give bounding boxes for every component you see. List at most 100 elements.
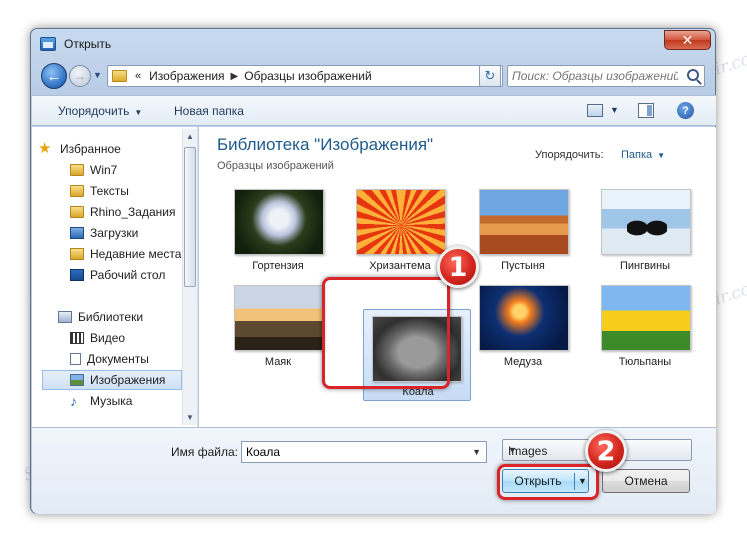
folder-icon bbox=[112, 70, 127, 82]
image-thumbnail bbox=[601, 189, 691, 255]
file-tile-tulips[interactable]: Тюльпаны bbox=[589, 285, 701, 369]
split-divider bbox=[574, 473, 575, 490]
libraries-icon bbox=[58, 311, 72, 323]
pictures-icon bbox=[70, 374, 84, 386]
change-view-icon[interactable] bbox=[587, 104, 603, 117]
file-name-label: Имя файла: bbox=[171, 445, 238, 459]
dialog-title: Открыть bbox=[64, 37, 112, 51]
breadcrumb-item-images[interactable]: Изображения bbox=[149, 69, 224, 83]
sidebar-item-label: Музыка bbox=[90, 394, 133, 408]
file-name: Коала bbox=[402, 386, 434, 398]
image-thumbnail bbox=[234, 189, 324, 255]
view-dropdown-icon[interactable]: ▼ bbox=[610, 105, 619, 115]
search-box[interactable] bbox=[507, 65, 705, 87]
image-thumbnail bbox=[234, 285, 324, 351]
forward-button[interactable]: → bbox=[69, 65, 91, 87]
file-tile-desert[interactable]: Пустыня bbox=[467, 189, 579, 273]
file-name-input[interactable] bbox=[242, 442, 462, 462]
image-thumbnail bbox=[372, 316, 462, 382]
step-2-badge: 2 bbox=[585, 430, 627, 472]
sidebar-item-label: Рабочий стол bbox=[90, 268, 166, 282]
file-name-combobox[interactable]: ▼ bbox=[241, 441, 487, 463]
file-name-dropdown-icon[interactable]: ▼ bbox=[472, 447, 481, 457]
image-thumbnail bbox=[479, 285, 569, 351]
command-bar: Упорядочить ▼ Новая папка ▼ ? bbox=[32, 95, 716, 126]
help-icon[interactable]: ? bbox=[677, 102, 694, 119]
search-icon[interactable] bbox=[687, 69, 699, 81]
sidebar-item-label: Win7 bbox=[90, 163, 118, 177]
file-name: Пустыня bbox=[501, 260, 545, 272]
file-name: Пингвины bbox=[619, 260, 671, 272]
image-thumbnail bbox=[479, 189, 569, 255]
document-icon bbox=[70, 353, 81, 365]
library-subtitle: Образцы изображений bbox=[217, 160, 334, 172]
recent-places-icon bbox=[70, 248, 84, 260]
sidebar-item-images[interactable]: Изображения bbox=[42, 370, 182, 390]
arrow-left-icon: ← bbox=[46, 67, 62, 85]
sidebar-item-label: Видео bbox=[90, 331, 126, 345]
downloads-icon bbox=[70, 227, 84, 239]
breadcrumb-item-samples[interactable]: Образцы изображений bbox=[244, 69, 371, 83]
address-row: ← → ▼ « Изображения ▶ Образцы изображени… bbox=[31, 61, 715, 91]
preview-pane-icon[interactable] bbox=[638, 103, 654, 118]
organize-button[interactable]: Упорядочить ▼ bbox=[58, 104, 142, 118]
sidebar-item-label: Изображения bbox=[90, 373, 166, 387]
new-folder-button[interactable]: Новая папка bbox=[174, 104, 244, 118]
scroll-up-icon[interactable]: ▲ bbox=[186, 132, 194, 141]
arrange-by-value: Папка bbox=[621, 149, 653, 161]
library-title: Библиотека "Изображения" bbox=[217, 135, 434, 154]
sidebar-item-label: Недавние места bbox=[90, 247, 182, 261]
arrange-by-dropdown[interactable]: Папка ▼ bbox=[621, 149, 665, 161]
sidebar-item-label: Загрузки bbox=[90, 226, 139, 240]
sidebar-item-label: Избранное bbox=[60, 142, 121, 156]
file-tile-hortensia[interactable]: Гортензия bbox=[222, 189, 334, 273]
sidebar-item-label: Тексты bbox=[90, 184, 129, 198]
navigation-scrollbar[interactable]: ▲ ▼ bbox=[182, 129, 197, 425]
chevron-down-icon: ▼ bbox=[657, 151, 666, 160]
scrollbar-thumb[interactable] bbox=[184, 147, 196, 287]
open-button[interactable]: Открыть ▼ bbox=[502, 469, 589, 493]
close-button[interactable]: ✕ bbox=[664, 30, 711, 50]
arrange-by-label: Упорядочить: bbox=[535, 149, 604, 161]
file-tile-jellyfish[interactable]: Медуза bbox=[467, 285, 579, 369]
file-tile-lighthouse[interactable]: Маяк bbox=[222, 285, 334, 369]
file-name: Тюльпаны bbox=[618, 356, 672, 368]
sidebar-item-label: Rhino_Задания bbox=[90, 205, 176, 219]
title-bar: Открыть ✕ bbox=[31, 29, 715, 59]
music-icon: ♪ bbox=[70, 393, 77, 409]
file-name: Маяк bbox=[264, 356, 292, 368]
star-icon: ★ bbox=[38, 140, 52, 157]
sidebar-item-label: Библиотеки bbox=[78, 310, 144, 324]
breadcrumb-overflow[interactable]: « bbox=[135, 70, 141, 82]
desktop-icon bbox=[70, 269, 84, 281]
file-name: Медуза bbox=[503, 356, 543, 368]
navigation-pane: ★ Избранное Win7 Тексты Rhino_Задания Заг… bbox=[32, 127, 198, 427]
file-tile-penguins[interactable]: Пингвины bbox=[589, 189, 701, 273]
address-bar[interactable]: « Изображения ▶ Образцы изображений ▼ bbox=[107, 65, 503, 87]
chevron-right-icon[interactable]: ▶ bbox=[231, 71, 239, 82]
arrow-right-icon: → bbox=[74, 69, 86, 83]
history-dropdown-icon[interactable]: ▼ bbox=[93, 70, 102, 80]
chevron-down-icon: ▼ bbox=[134, 108, 143, 117]
refresh-button[interactable]: ↻ bbox=[479, 65, 501, 87]
open-dropdown-icon[interactable]: ▼ bbox=[578, 476, 587, 486]
search-input[interactable] bbox=[508, 66, 678, 86]
folder-icon bbox=[70, 164, 84, 176]
file-tile-koala[interactable]: Коала bbox=[363, 309, 471, 401]
step-1-badge: 1 bbox=[437, 246, 479, 288]
video-icon bbox=[70, 332, 84, 344]
file-name: Гортензия bbox=[252, 260, 304, 272]
image-thumbnail bbox=[356, 189, 446, 255]
folder-icon bbox=[70, 185, 84, 197]
folder-icon bbox=[70, 206, 84, 218]
scroll-down-icon[interactable]: ▼ bbox=[186, 413, 194, 422]
sidebar-item-favorites[interactable]: ★ Избранное bbox=[38, 139, 190, 159]
sidebar-item-label: Документы bbox=[87, 352, 149, 366]
organize-label: Упорядочить bbox=[58, 104, 130, 118]
sidebar-item-recent-places[interactable]: Недавние места bbox=[70, 244, 182, 264]
image-thumbnail bbox=[601, 285, 691, 351]
open-button-label: Открыть bbox=[514, 474, 562, 488]
back-button[interactable]: ← bbox=[41, 63, 67, 89]
dialog-icon bbox=[40, 37, 56, 51]
cancel-button[interactable]: Отмена bbox=[602, 469, 690, 493]
